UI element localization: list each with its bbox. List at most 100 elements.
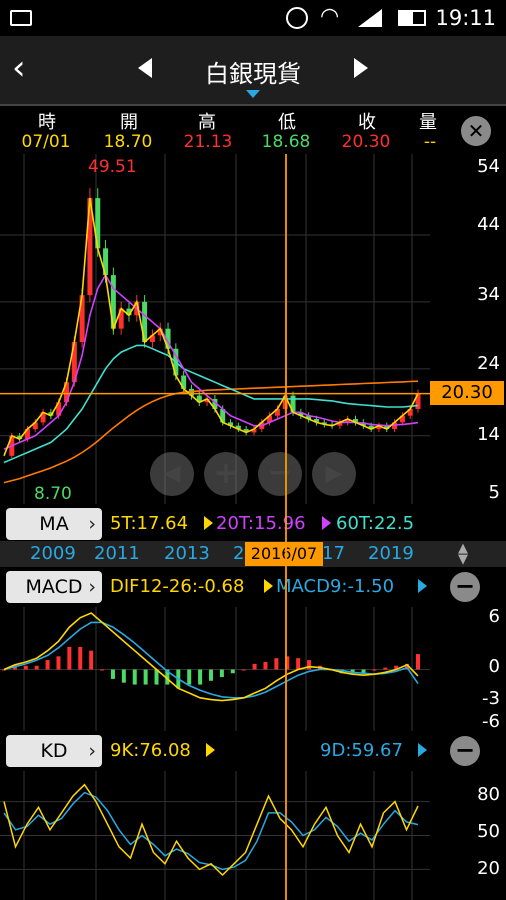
macd-y-tick: 6 <box>488 606 500 627</box>
macd-y-tick: -6 <box>482 711 500 732</box>
scroll-left-button[interactable]: ◀ <box>150 452 194 496</box>
macd-button[interactable]: MACD › <box>6 571 102 603</box>
chevron-right-icon: › <box>88 576 96 598</box>
y-tick-34: 34 <box>477 284 500 305</box>
macd-legend-bar: MACD › DIF12-26:-0.68 MACD9:-1.50 − <box>0 567 506 607</box>
alarm-icon <box>286 7 308 29</box>
year-label: 17 <box>322 543 345 564</box>
macd-dif-line <box>3 612 419 702</box>
d-value: 9D:59.67 <box>320 740 403 761</box>
y-tick-44: 44 <box>477 214 500 235</box>
zoom-out-button[interactable]: − <box>258 452 302 496</box>
low-price-label: 8.70 <box>34 484 72 504</box>
y-tick-5: 5 <box>488 482 500 503</box>
scroll-right-button[interactable]: ▶ <box>312 452 356 496</box>
zoom-in-button[interactable]: + <box>204 452 248 496</box>
flag-icon <box>206 743 215 757</box>
dropdown-caret-icon[interactable] <box>246 90 260 98</box>
d-line <box>3 791 419 871</box>
macd-histogram-bar <box>274 658 279 670</box>
flag-icon <box>418 579 427 593</box>
year-label: 2009 <box>30 543 76 564</box>
flag-icon <box>322 516 331 530</box>
macd-signal-line <box>3 621 419 699</box>
year-label: 2013 <box>164 543 210 564</box>
macd-histogram-bar <box>56 656 61 670</box>
label-open: 開 <box>120 112 138 133</box>
chevron-right-icon: › <box>88 740 96 762</box>
price-chart[interactable] <box>0 154 430 504</box>
k-line <box>3 783 419 877</box>
status-bar: ◠ 19:11 <box>0 0 506 36</box>
page-title: 白銀現貨 <box>205 60 301 88</box>
last-price-tag: 20.30 <box>430 381 504 405</box>
value-low: 18.68 <box>261 132 311 152</box>
ohlc-info-bar: 時 開 高 低 收 量 07/01 18.70 21.13 18.68 20.3… <box>0 106 437 154</box>
ma20-value: 20T:15.96 <box>216 513 306 534</box>
value-time: 07/01 <box>21 132 71 152</box>
next-item-button[interactable] <box>354 58 368 78</box>
y-tick-24: 24 <box>477 353 500 374</box>
macd-histogram-bar <box>296 658 301 670</box>
kd-button-label: KD <box>40 740 68 762</box>
cursor-date-label: 2016/07 <box>245 542 323 566</box>
macd-histogram-bar <box>121 669 126 683</box>
gallery-icon <box>10 10 32 26</box>
macd-histogram-bar <box>45 660 50 670</box>
ma-button[interactable]: MA › <box>6 508 102 540</box>
ma-legend-bar: MA › 5T:17.64 20T:15.96 60T:22.5 <box>0 504 506 544</box>
ma5-value: 5T:17.64 <box>110 513 189 534</box>
macd-histogram-bar <box>263 661 268 670</box>
close-icon[interactable]: ✕ <box>461 116 491 146</box>
macd-histogram-bar <box>143 669 148 685</box>
macd-histogram-bar <box>383 667 388 670</box>
value-high: 21.13 <box>183 132 233 152</box>
remove-kd-button[interactable]: − <box>450 736 480 766</box>
macd-histogram-bar <box>307 660 312 670</box>
macd-histogram-bar <box>198 669 203 685</box>
macd-histogram-bar <box>23 665 28 670</box>
macd-histogram-bar <box>372 669 377 671</box>
macd-y-tick: 0 <box>488 656 500 677</box>
label-close: 收 <box>358 112 376 133</box>
label-time: 時 <box>38 112 56 133</box>
macd-histogram-bar <box>252 663 257 670</box>
macd-chart[interactable] <box>0 607 430 732</box>
flag-icon <box>418 743 427 757</box>
macd-histogram-bar <box>209 669 213 681</box>
label-low: 低 <box>278 112 296 133</box>
kd-y-tick: 80 <box>477 784 500 805</box>
macd-histogram-bar <box>219 669 224 678</box>
year-label: 2019 <box>368 543 414 564</box>
year-label: 2 <box>233 543 245 564</box>
macd9-value: MACD9:-1.50 <box>276 576 395 597</box>
macd-histogram-bar <box>110 669 115 679</box>
kd-button[interactable]: KD › <box>6 735 102 767</box>
expand-collapse-icon[interactable]: ▲ ▼ <box>458 542 468 566</box>
y-tick-14: 14 <box>477 424 500 445</box>
macd-y-tick: -3 <box>482 688 500 709</box>
high-price-label: 49.51 <box>88 157 137 177</box>
kd-legend-bar: KD › 9K:76.08 9D:59.67 − <box>0 731 506 771</box>
macd-histogram-bar <box>241 669 246 671</box>
ma60-value: 60T:22.5 <box>336 513 415 534</box>
macd-histogram-bar <box>34 665 39 670</box>
value-volume: -- <box>423 132 437 152</box>
status-time: 19:11 <box>435 6 496 30</box>
value-close: 20.30 <box>341 132 391 152</box>
macd-histogram-bar <box>89 650 94 670</box>
timeline-bar[interactable]: 2009 2011 2013 2 17 2019 2016/07 ▲ ▼ <box>0 541 506 567</box>
year-label: 2011 <box>94 543 140 564</box>
title-bar: ‹ 白銀現貨 <box>0 36 506 104</box>
kd-y-tick: 50 <box>477 821 500 842</box>
signal-icon <box>358 9 382 27</box>
crosshair-cursor[interactable] <box>285 154 287 900</box>
wifi-icon: ◠ <box>320 4 340 29</box>
kd-chart[interactable] <box>0 771 430 900</box>
macd-histogram-bar <box>132 669 137 685</box>
remove-macd-button[interactable]: − <box>450 572 480 602</box>
k-value: 9K:76.08 <box>110 740 191 761</box>
macd-histogram-bar <box>187 669 192 685</box>
flag-icon <box>204 516 213 530</box>
y-tick-54: 54 <box>477 156 500 177</box>
